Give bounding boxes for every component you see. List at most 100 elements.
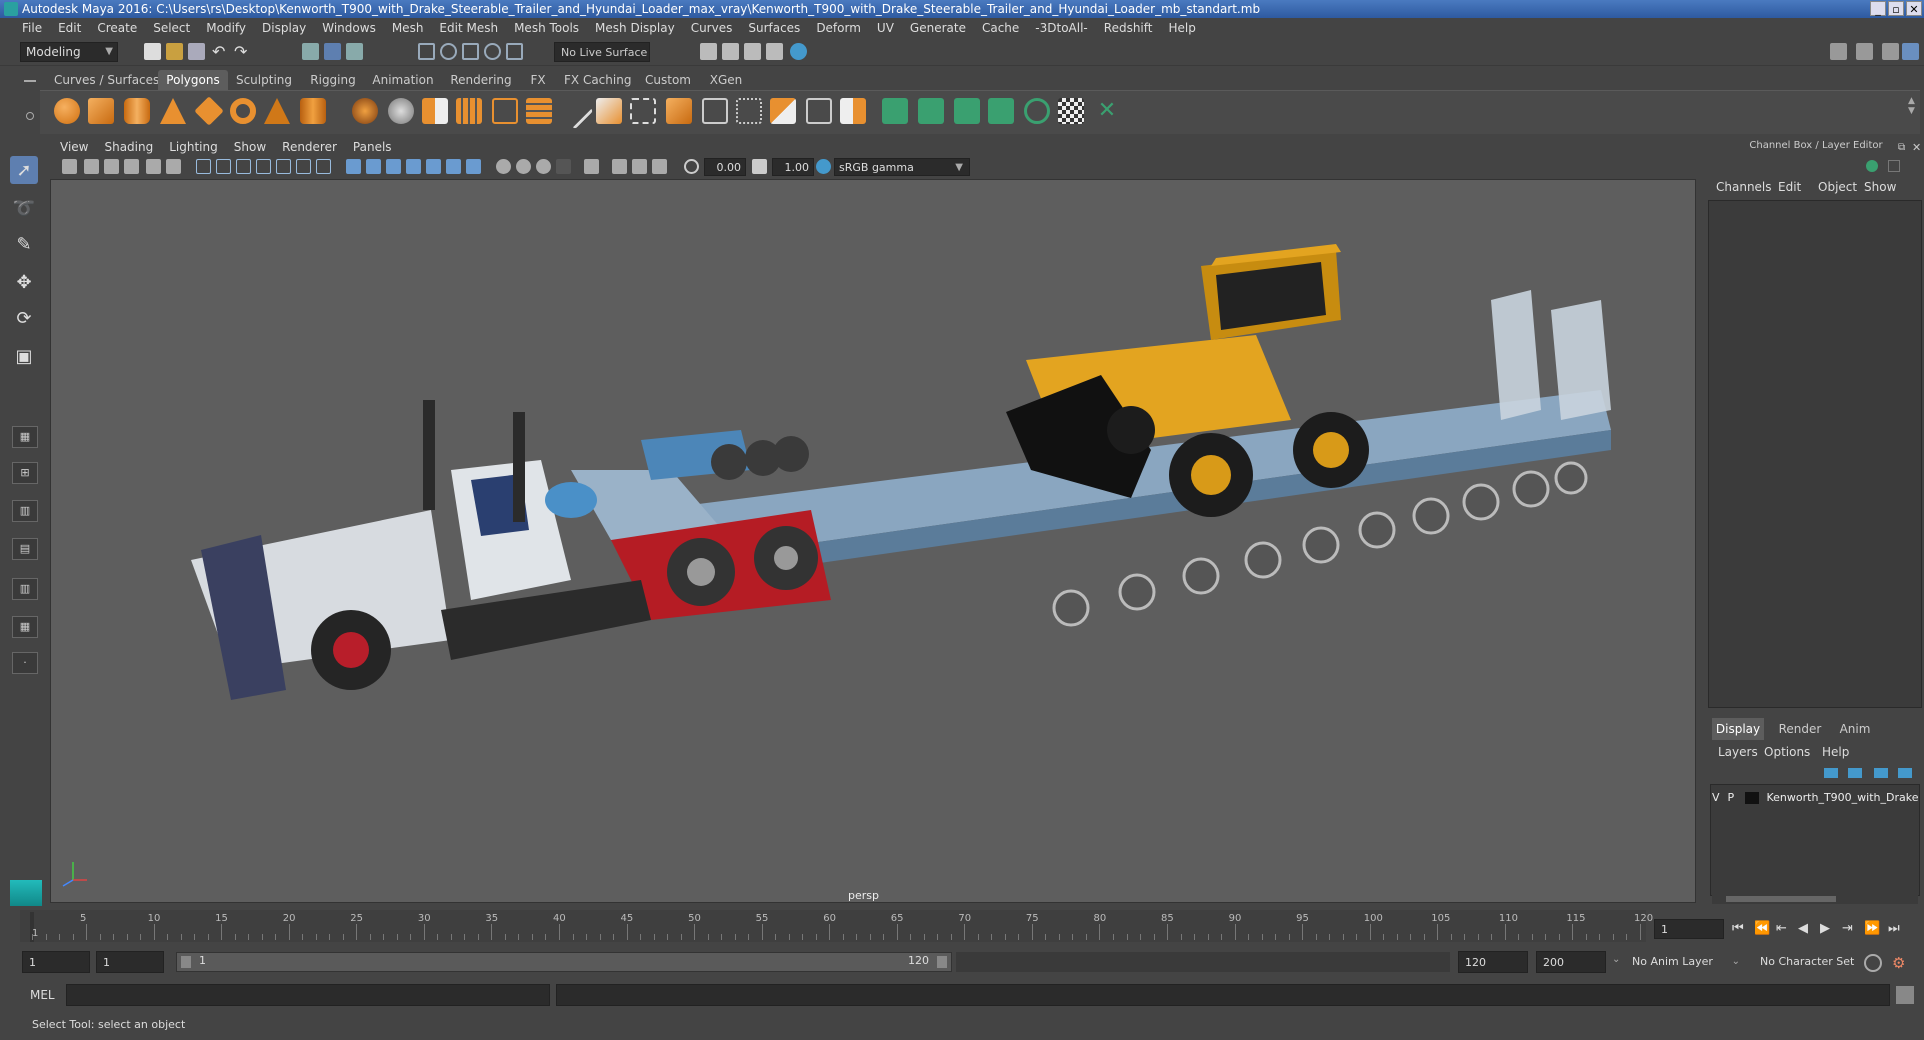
gamma-field[interactable]: 1.00 — [772, 158, 814, 176]
insert-edge-loop-icon[interactable] — [702, 98, 728, 124]
move-layer-up-icon[interactable] — [1824, 768, 1838, 778]
redo-icon[interactable]: ↷ — [234, 43, 251, 60]
attribute-display-icon[interactable] — [1888, 160, 1900, 172]
channel-box-toggle-icon[interactable] — [1902, 43, 1919, 60]
wireframe-on-shaded-icon[interactable] — [386, 159, 401, 174]
snap-point-icon[interactable] — [462, 43, 479, 60]
grease-pencil-icon[interactable] — [166, 159, 181, 174]
poly-cone-icon[interactable] — [160, 98, 186, 124]
close-button[interactable]: ✕ — [1906, 1, 1922, 16]
new-layer-selected-icon[interactable] — [1898, 768, 1912, 778]
outliner-persp-layout-icon[interactable]: ▦ — [12, 616, 38, 638]
poly-pipe-icon[interactable] — [300, 98, 326, 124]
menu-file[interactable]: File — [14, 21, 50, 35]
current-frame-field[interactable]: 1 — [1654, 919, 1724, 939]
close-panel-icon[interactable]: ✕ — [1912, 141, 1921, 154]
exposure-icon[interactable] — [684, 159, 699, 174]
smooth-shade-icon[interactable] — [366, 159, 381, 174]
menu-mesh[interactable]: Mesh — [384, 21, 432, 35]
tab-anim-layers[interactable]: Anim — [1834, 718, 1876, 740]
tab-polygons[interactable]: Polygons — [158, 70, 228, 90]
use-all-lights-icon[interactable] — [426, 159, 441, 174]
screen-space-ao-icon[interactable] — [466, 159, 481, 174]
open-scene-icon[interactable] — [166, 43, 183, 60]
gate-mask-icon[interactable] — [256, 159, 271, 174]
mel-label[interactable]: MEL — [30, 988, 55, 1002]
offset-edge-loop-icon[interactable] — [736, 98, 762, 124]
motion-blur-icon[interactable] — [496, 159, 511, 174]
mel-input[interactable] — [66, 984, 550, 1006]
minimize-button[interactable]: _ — [1870, 1, 1886, 16]
range-start-handle[interactable] — [181, 956, 191, 968]
move-tool-icon[interactable]: ✥ — [10, 268, 38, 296]
image-plane-icon[interactable] — [124, 159, 139, 174]
tab-curves-surfaces[interactable]: Curves / Surfaces — [54, 70, 159, 90]
animation-preferences-icon[interactable]: ⚙ — [1892, 954, 1905, 972]
snap-curve-icon[interactable] — [440, 43, 457, 60]
help-menu[interactable]: Help — [1822, 745, 1849, 759]
tab-fx-caching[interactable]: FX Caching — [564, 70, 631, 90]
menu-deform[interactable]: Deform — [808, 21, 869, 35]
attribute-editor-icon[interactable] — [1856, 43, 1873, 60]
smooth-icon[interactable] — [456, 98, 482, 124]
four-view-layout-icon[interactable]: ⊞ — [12, 462, 38, 484]
make-live-icon[interactable] — [506, 43, 523, 60]
bevel-icon[interactable] — [666, 98, 692, 124]
step-forward-key-icon[interactable]: ⇥ — [1842, 921, 1853, 936]
layer-color-swatch[interactable] — [1745, 792, 1759, 804]
render-frame-icon[interactable] — [722, 43, 739, 60]
character-set-dropdown[interactable]: No Character Set — [1754, 951, 1878, 973]
menu-cache[interactable]: Cache — [974, 21, 1027, 35]
vp-menu-shading[interactable]: Shading — [96, 140, 161, 154]
wireframe-icon[interactable] — [346, 159, 361, 174]
isolate-select-icon[interactable] — [556, 159, 571, 174]
animation-end-field[interactable]: 200 — [1536, 951, 1606, 973]
menu-create[interactable]: Create — [89, 21, 145, 35]
single-perspective-layout-icon[interactable]: ▦ — [12, 426, 38, 448]
options-menu[interactable]: Options — [1764, 745, 1810, 759]
maximize-button[interactable]: ▫ — [1888, 1, 1904, 16]
x-ray-active-icon[interactable] — [612, 159, 627, 174]
shelf-scroll-icon[interactable]: ▲ ▼ — [1908, 96, 1915, 116]
x-ray-joints-icon[interactable] — [632, 159, 647, 174]
select-hierarchy-icon[interactable] — [302, 43, 319, 60]
undo-icon[interactable]: ↶ — [212, 43, 229, 60]
persp-outliner-layout-icon[interactable]: ▥ — [12, 500, 38, 522]
cb-menu-channels[interactable]: Channels — [1716, 180, 1772, 194]
select-camera-icon[interactable] — [62, 159, 77, 174]
range-slider[interactable]: 1 120 — [176, 952, 952, 972]
film-gate-icon[interactable] — [216, 159, 231, 174]
go-to-end-icon[interactable]: ⏭ — [1888, 921, 1900, 936]
step-forward-frame-icon[interactable]: ⏩ — [1864, 921, 1880, 936]
layer-visibility-toggle[interactable]: V — [1712, 789, 1724, 807]
safe-title-icon[interactable] — [316, 159, 331, 174]
vp-menu-view[interactable]: View — [50, 140, 96, 154]
extrude-icon[interactable] — [596, 98, 622, 124]
select-object-icon[interactable] — [324, 43, 341, 60]
shadows-icon[interactable] — [446, 159, 461, 174]
extract-icon[interactable] — [492, 98, 518, 124]
merge-icon[interactable] — [770, 98, 796, 124]
render-settings-icon[interactable] — [766, 43, 783, 60]
rotate-tool-icon[interactable]: ⟳ — [10, 304, 38, 332]
textured-icon[interactable] — [406, 159, 421, 174]
menu-surfaces[interactable]: Surfaces — [740, 21, 808, 35]
vp-menu-lighting[interactable]: Lighting — [161, 140, 226, 154]
menu-edit-mesh[interactable]: Edit Mesh — [431, 21, 506, 35]
range-end-handle[interactable] — [937, 956, 947, 968]
playback-end-field[interactable]: 120 — [1458, 951, 1528, 973]
fill-hole-icon[interactable] — [840, 98, 866, 124]
lasso-tool-icon[interactable]: ➰ — [10, 194, 38, 222]
poly-pyramid-icon[interactable] — [264, 98, 290, 124]
poly-cube-icon[interactable] — [88, 98, 114, 124]
tab-sculpting[interactable]: Sculpting — [234, 70, 294, 90]
vp-menu-renderer[interactable]: Renderer — [274, 140, 345, 154]
mirror-icon[interactable] — [422, 98, 448, 124]
go-to-start-icon[interactable]: ⏮ — [1732, 921, 1744, 936]
ipr-render-icon[interactable] — [744, 43, 761, 60]
new-layer-icon[interactable] — [1874, 768, 1888, 778]
unfold-icon[interactable]: ✕ — [1094, 98, 1120, 124]
modeling-toolkit-icon[interactable] — [1830, 43, 1847, 60]
menu-3dtoall[interactable]: -3DtoAll- — [1027, 21, 1095, 35]
tool-settings-icon[interactable] — [1882, 43, 1899, 60]
